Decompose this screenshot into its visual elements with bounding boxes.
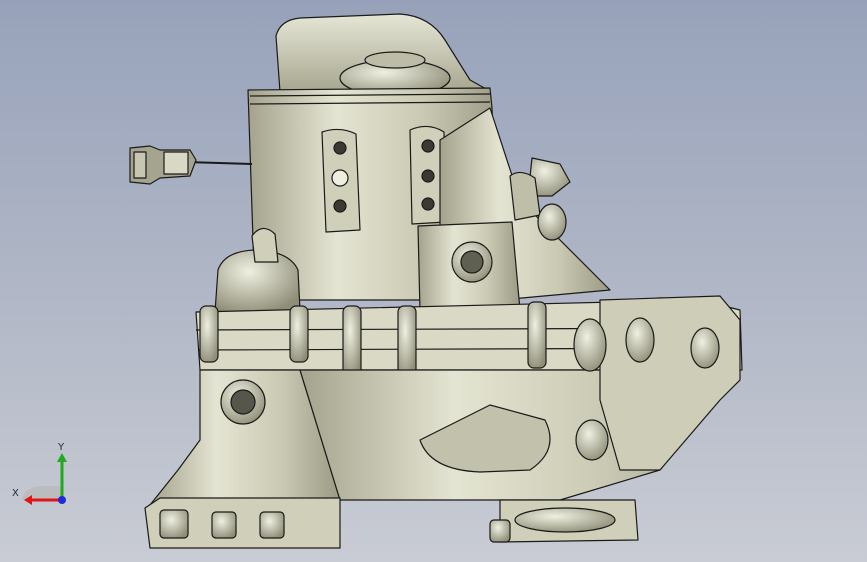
- cad-viewport[interactable]: X Y: [0, 0, 867, 562]
- sensor-cable: [185, 161, 253, 165]
- orientation-triad: X Y: [12, 442, 67, 505]
- end-cover: [599, 295, 741, 471]
- y-axis-label: Y: [57, 442, 65, 453]
- x-axis-label: X: [12, 488, 19, 499]
- z-axis-dot: [58, 496, 66, 504]
- gearbox-model[interactable]: [0, 0, 867, 562]
